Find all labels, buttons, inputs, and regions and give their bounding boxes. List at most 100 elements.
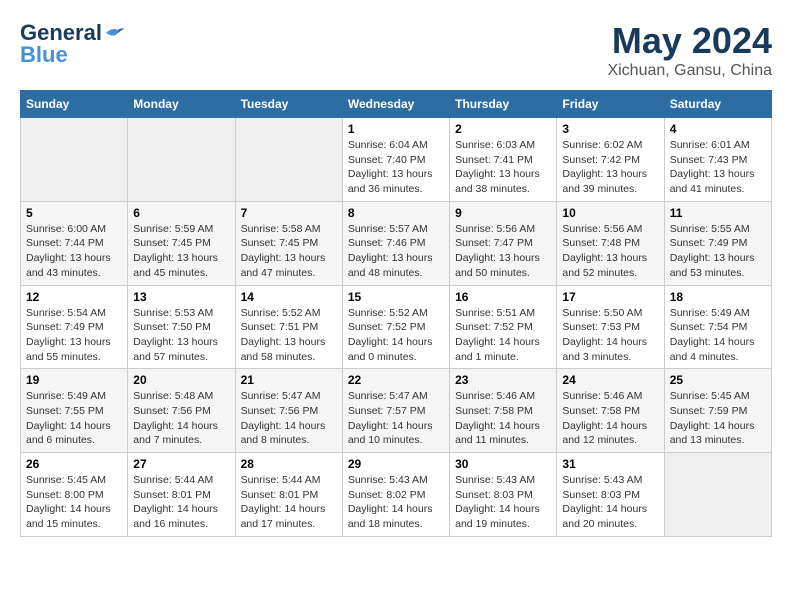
day-info: Sunrise: 5:56 AM Sunset: 7:48 PM Dayligh… bbox=[562, 222, 658, 281]
day-number: 27 bbox=[133, 457, 229, 471]
day-info: Sunrise: 5:45 AM Sunset: 8:00 PM Dayligh… bbox=[26, 473, 122, 532]
header-sunday: Sunday bbox=[21, 91, 128, 118]
table-row: 30 Sunrise: 5:43 AM Sunset: 8:03 PM Dayli… bbox=[450, 453, 557, 537]
day-info: Sunrise: 5:47 AM Sunset: 7:57 PM Dayligh… bbox=[348, 389, 444, 448]
header-monday: Monday bbox=[128, 91, 235, 118]
day-info: Sunrise: 5:59 AM Sunset: 7:45 PM Dayligh… bbox=[133, 222, 229, 281]
day-number: 29 bbox=[348, 457, 444, 471]
table-row: 5 Sunrise: 6:00 AM Sunset: 7:44 PM Daylig… bbox=[21, 201, 128, 285]
day-number: 12 bbox=[26, 290, 122, 304]
day-info: Sunrise: 5:54 AM Sunset: 7:49 PM Dayligh… bbox=[26, 306, 122, 365]
day-number: 14 bbox=[241, 290, 337, 304]
day-number: 26 bbox=[26, 457, 122, 471]
day-number: 5 bbox=[26, 206, 122, 220]
day-info: Sunrise: 5:44 AM Sunset: 8:01 PM Dayligh… bbox=[241, 473, 337, 532]
table-row: 9 Sunrise: 5:56 AM Sunset: 7:47 PM Daylig… bbox=[450, 201, 557, 285]
table-row: 23 Sunrise: 5:46 AM Sunset: 7:58 PM Dayli… bbox=[450, 369, 557, 453]
day-number: 2 bbox=[455, 122, 551, 136]
day-number: 4 bbox=[670, 122, 766, 136]
table-row: 21 Sunrise: 5:47 AM Sunset: 7:56 PM Dayli… bbox=[235, 369, 342, 453]
day-info: Sunrise: 6:03 AM Sunset: 7:41 PM Dayligh… bbox=[455, 138, 551, 197]
table-row: 7 Sunrise: 5:58 AM Sunset: 7:45 PM Daylig… bbox=[235, 201, 342, 285]
day-number: 30 bbox=[455, 457, 551, 471]
day-info: Sunrise: 5:52 AM Sunset: 7:52 PM Dayligh… bbox=[348, 306, 444, 365]
day-info: Sunrise: 5:46 AM Sunset: 7:58 PM Dayligh… bbox=[455, 389, 551, 448]
table-row: 27 Sunrise: 5:44 AM Sunset: 8:01 PM Dayli… bbox=[128, 453, 235, 537]
week-row-1: 1 Sunrise: 6:04 AM Sunset: 7:40 PM Daylig… bbox=[21, 118, 772, 202]
day-number: 31 bbox=[562, 457, 658, 471]
day-number: 21 bbox=[241, 373, 337, 387]
day-number: 17 bbox=[562, 290, 658, 304]
day-number: 23 bbox=[455, 373, 551, 387]
day-info: Sunrise: 5:52 AM Sunset: 7:51 PM Dayligh… bbox=[241, 306, 337, 365]
day-number: 16 bbox=[455, 290, 551, 304]
day-info: Sunrise: 5:58 AM Sunset: 7:45 PM Dayligh… bbox=[241, 222, 337, 281]
day-info: Sunrise: 5:44 AM Sunset: 8:01 PM Dayligh… bbox=[133, 473, 229, 532]
table-row: 20 Sunrise: 5:48 AM Sunset: 7:56 PM Dayli… bbox=[128, 369, 235, 453]
week-row-5: 26 Sunrise: 5:45 AM Sunset: 8:00 PM Dayli… bbox=[21, 453, 772, 537]
table-row: 28Sunrise: 5:44 AM Sunset: 8:01 PM Dayli… bbox=[235, 453, 342, 537]
day-info: Sunrise: 5:43 AM Sunset: 8:03 PM Dayligh… bbox=[562, 473, 658, 532]
day-info: Sunrise: 5:53 AM Sunset: 7:50 PM Dayligh… bbox=[133, 306, 229, 365]
day-number: 18 bbox=[670, 290, 766, 304]
table-row bbox=[235, 118, 342, 202]
day-info: Sunrise: 5:49 AM Sunset: 7:54 PM Dayligh… bbox=[670, 306, 766, 365]
day-number: 15 bbox=[348, 290, 444, 304]
day-number: 25 bbox=[670, 373, 766, 387]
header-thursday: Thursday bbox=[450, 91, 557, 118]
day-info: Sunrise: 5:43 AM Sunset: 8:02 PM Dayligh… bbox=[348, 473, 444, 532]
table-row: 15 Sunrise: 5:52 AM Sunset: 7:52 PM Dayli… bbox=[342, 285, 449, 369]
table-row bbox=[21, 118, 128, 202]
table-row: 31 Sunrise: 5:43 AM Sunset: 8:03 PM Dayli… bbox=[557, 453, 664, 537]
table-row: 25 Sunrise: 5:45 AM Sunset: 7:59 PM Dayli… bbox=[664, 369, 771, 453]
header-tuesday: Tuesday bbox=[235, 91, 342, 118]
day-info: Sunrise: 5:48 AM Sunset: 7:56 PM Dayligh… bbox=[133, 389, 229, 448]
table-row: 10Sunrise: 5:56 AM Sunset: 7:48 PM Dayli… bbox=[557, 201, 664, 285]
day-number: 9 bbox=[455, 206, 551, 220]
table-row: 2 Sunrise: 6:03 AM Sunset: 7:41 PM Daylig… bbox=[450, 118, 557, 202]
table-row: 11Sunrise: 5:55 AM Sunset: 7:49 PM Dayli… bbox=[664, 201, 771, 285]
table-row: 13Sunrise: 5:53 AM Sunset: 7:50 PM Dayli… bbox=[128, 285, 235, 369]
table-row: 24 Sunrise: 5:46 AM Sunset: 7:58 PM Dayli… bbox=[557, 369, 664, 453]
header-wednesday: Wednesday bbox=[342, 91, 449, 118]
weekday-header-row: Sunday Monday Tuesday Wednesday Thursday… bbox=[21, 91, 772, 118]
week-row-2: 5 Sunrise: 6:00 AM Sunset: 7:44 PM Daylig… bbox=[21, 201, 772, 285]
table-row: 26 Sunrise: 5:45 AM Sunset: 8:00 PM Dayli… bbox=[21, 453, 128, 537]
title-area: May 2024 Xichuan, Gansu, China bbox=[607, 20, 772, 80]
table-row: 18 Sunrise: 5:49 AM Sunset: 7:54 PM Dayli… bbox=[664, 285, 771, 369]
table-row: 3Sunrise: 6:02 AM Sunset: 7:42 PM Daylig… bbox=[557, 118, 664, 202]
header-saturday: Saturday bbox=[664, 91, 771, 118]
day-number: 6 bbox=[133, 206, 229, 220]
day-info: Sunrise: 5:51 AM Sunset: 7:52 PM Dayligh… bbox=[455, 306, 551, 365]
table-row: 6 Sunrise: 5:59 AM Sunset: 7:45 PM Daylig… bbox=[128, 201, 235, 285]
table-row: 4 Sunrise: 6:01 AM Sunset: 7:43 PM Daylig… bbox=[664, 118, 771, 202]
month-title: May 2024 bbox=[607, 20, 772, 62]
calendar-table: Sunday Monday Tuesday Wednesday Thursday… bbox=[20, 90, 772, 537]
week-row-4: 19Sunrise: 5:49 AM Sunset: 7:55 PM Dayli… bbox=[21, 369, 772, 453]
day-number: 20 bbox=[133, 373, 229, 387]
day-number: 24 bbox=[562, 373, 658, 387]
day-info: Sunrise: 6:01 AM Sunset: 7:43 PM Dayligh… bbox=[670, 138, 766, 197]
logo: General Blue bbox=[20, 20, 126, 68]
table-row: 17Sunrise: 5:50 AM Sunset: 7:53 PM Dayli… bbox=[557, 285, 664, 369]
day-number: 1 bbox=[348, 122, 444, 136]
day-info: Sunrise: 6:04 AM Sunset: 7:40 PM Dayligh… bbox=[348, 138, 444, 197]
table-row: 29 Sunrise: 5:43 AM Sunset: 8:02 PM Dayli… bbox=[342, 453, 449, 537]
day-info: Sunrise: 5:56 AM Sunset: 7:47 PM Dayligh… bbox=[455, 222, 551, 281]
logo-blue: Blue bbox=[20, 42, 68, 68]
day-number: 7 bbox=[241, 206, 337, 220]
day-number: 11 bbox=[670, 206, 766, 220]
day-info: Sunrise: 5:46 AM Sunset: 7:58 PM Dayligh… bbox=[562, 389, 658, 448]
header-friday: Friday bbox=[557, 91, 664, 118]
table-row: 19Sunrise: 5:49 AM Sunset: 7:55 PM Dayli… bbox=[21, 369, 128, 453]
table-row: 16 Sunrise: 5:51 AM Sunset: 7:52 PM Dayli… bbox=[450, 285, 557, 369]
week-row-3: 12 Sunrise: 5:54 AM Sunset: 7:49 PM Dayli… bbox=[21, 285, 772, 369]
day-info: Sunrise: 5:45 AM Sunset: 7:59 PM Dayligh… bbox=[670, 389, 766, 448]
day-info: Sunrise: 6:02 AM Sunset: 7:42 PM Dayligh… bbox=[562, 138, 658, 197]
logo-bird-icon bbox=[104, 25, 126, 41]
day-info: Sunrise: 5:43 AM Sunset: 8:03 PM Dayligh… bbox=[455, 473, 551, 532]
day-info: Sunrise: 5:47 AM Sunset: 7:56 PM Dayligh… bbox=[241, 389, 337, 448]
day-number: 22 bbox=[348, 373, 444, 387]
day-info: Sunrise: 5:57 AM Sunset: 7:46 PM Dayligh… bbox=[348, 222, 444, 281]
day-info: Sunrise: 6:00 AM Sunset: 7:44 PM Dayligh… bbox=[26, 222, 122, 281]
